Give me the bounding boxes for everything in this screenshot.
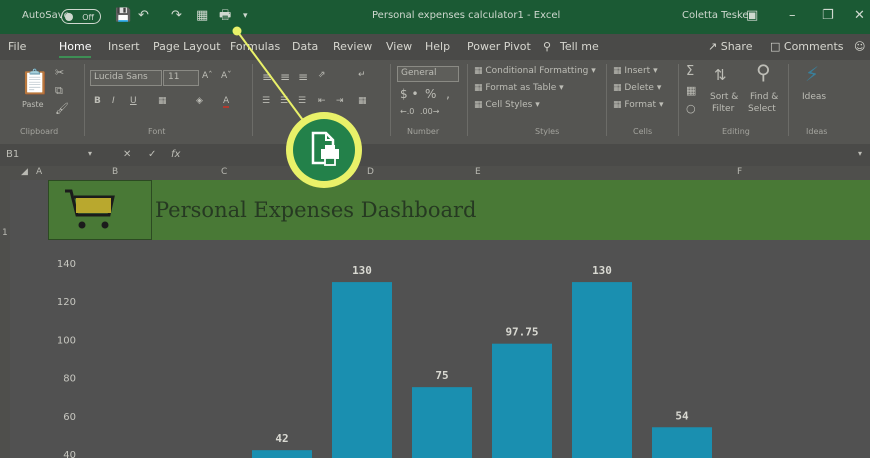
callout-pointer <box>232 26 309 128</box>
print-preview-icon <box>311 131 339 166</box>
print-preview-callout-button[interactable] <box>293 119 355 181</box>
